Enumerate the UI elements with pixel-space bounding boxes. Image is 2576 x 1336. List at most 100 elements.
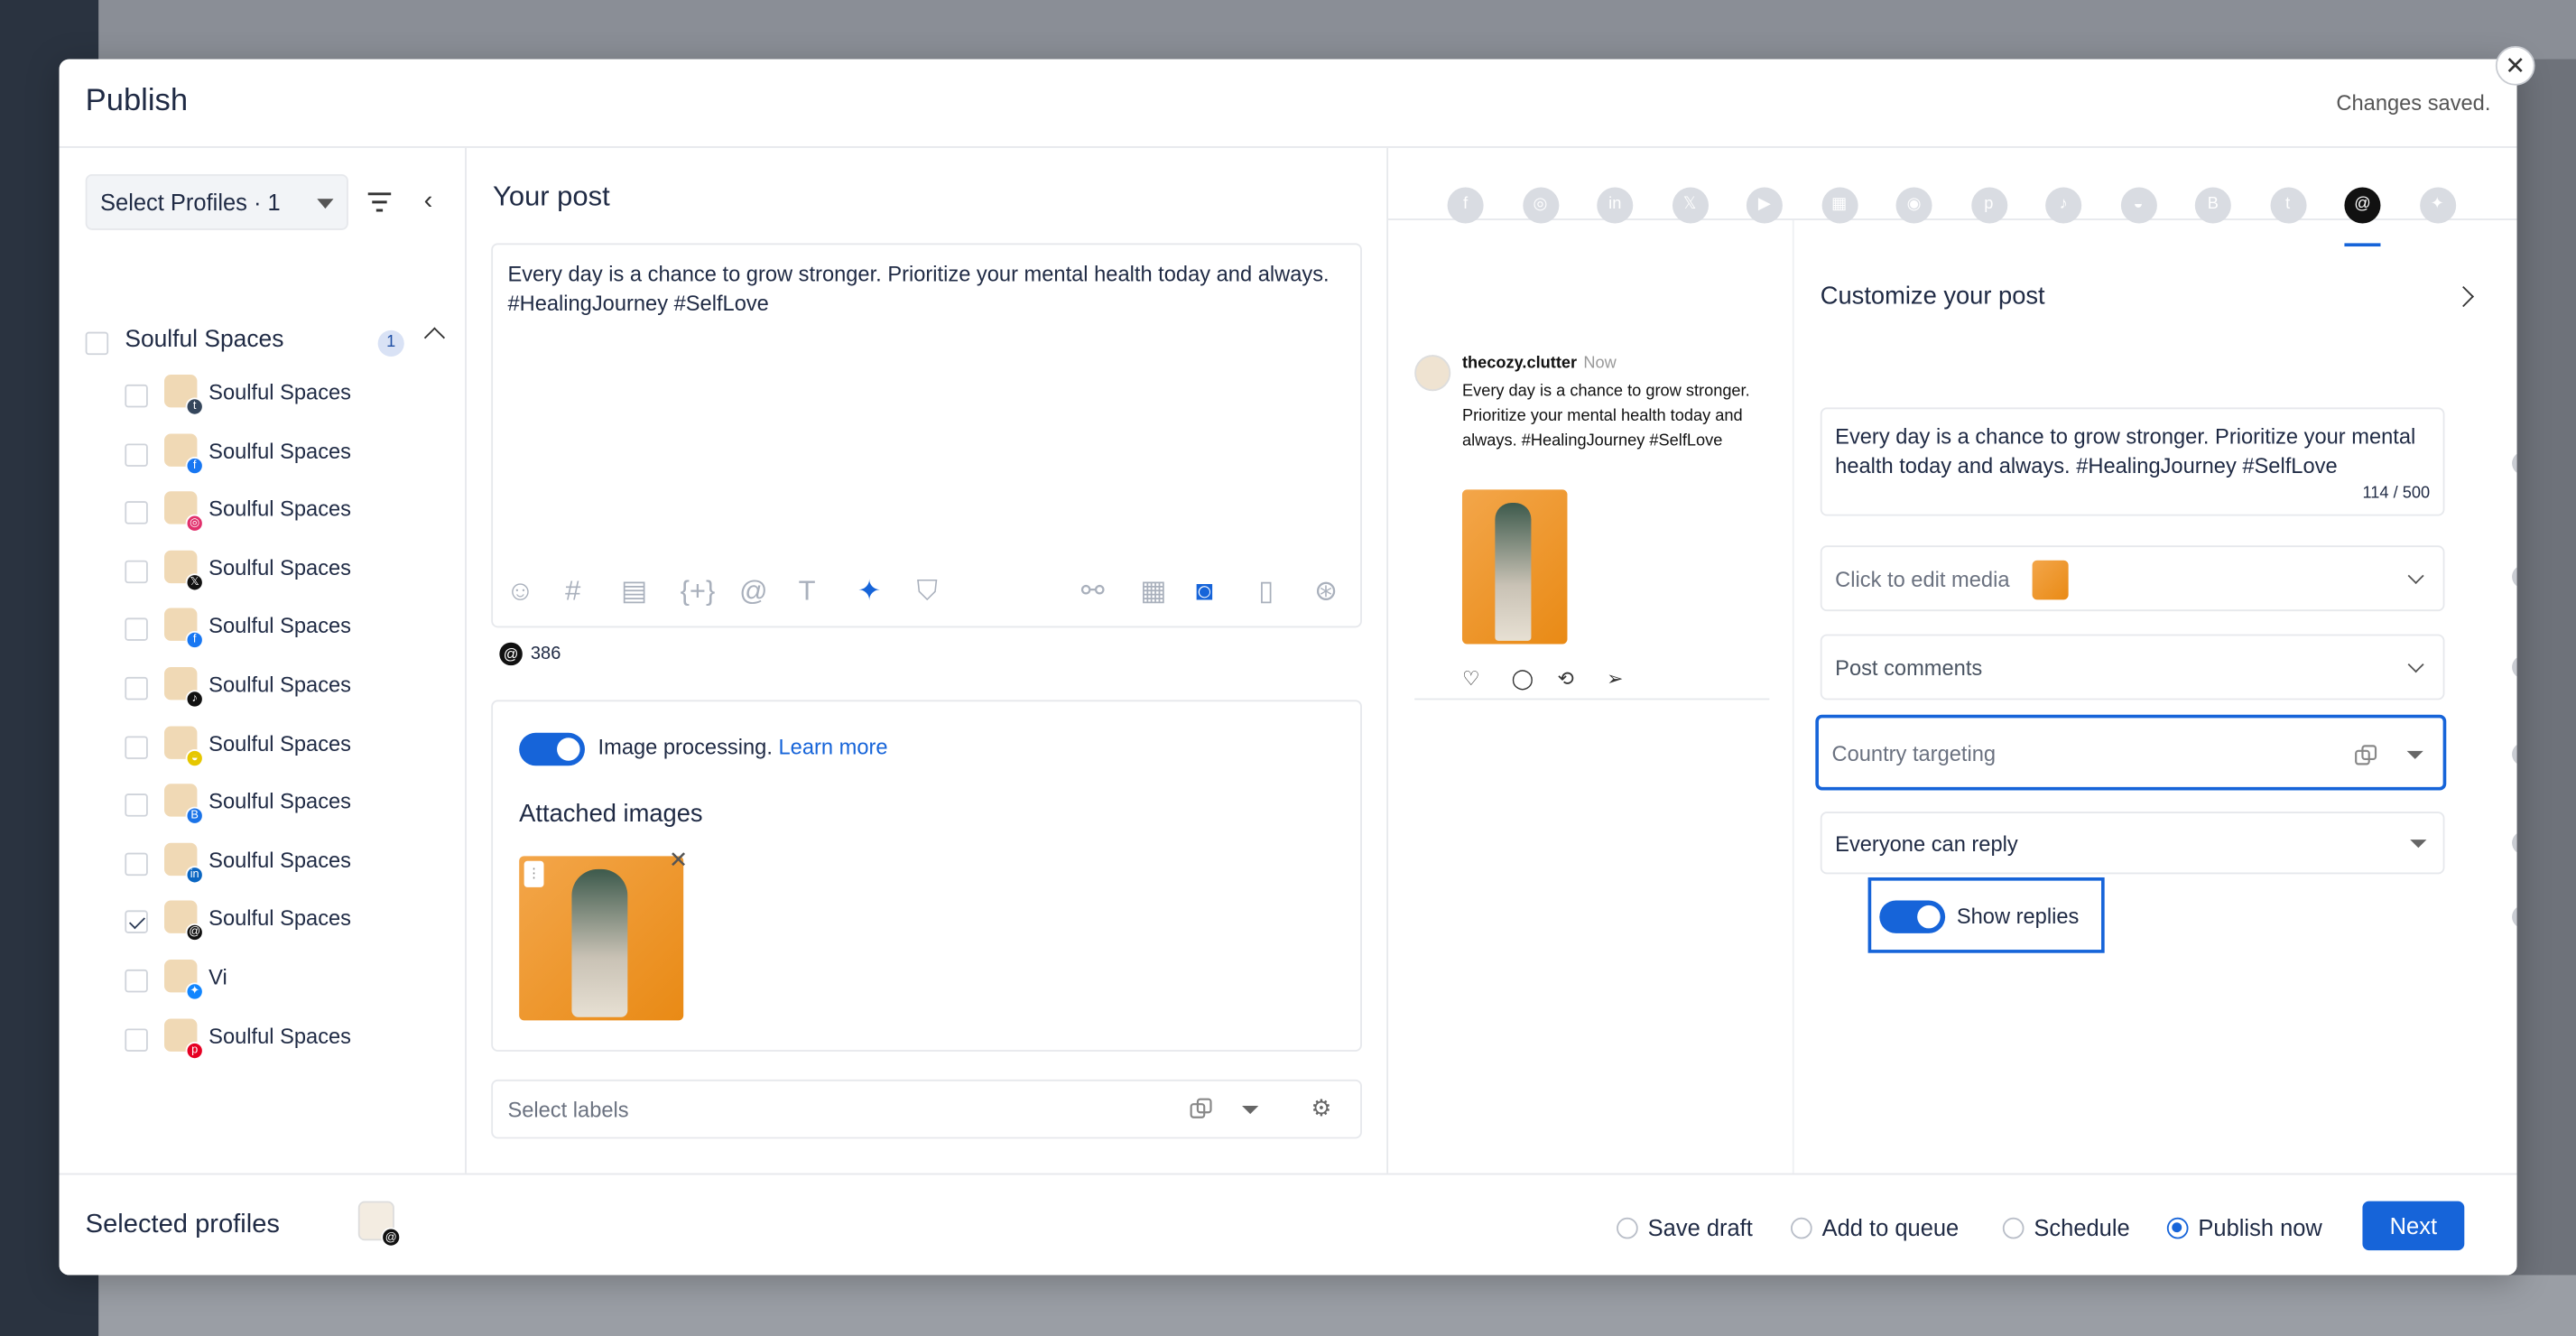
- tab-tumblr-icon[interactable]: t: [2269, 187, 2306, 224]
- tab-bluesky-icon[interactable]: ✦: [2419, 187, 2456, 224]
- radio-icon[interactable]: [2002, 1216, 2025, 1239]
- caret-down-icon[interactable]: [1242, 1105, 1259, 1115]
- drag-handle-icon[interactable]: ⋮: [524, 860, 544, 887]
- profile-checkbox[interactable]: [125, 384, 148, 408]
- labels-select[interactable]: Select labels ⚙: [491, 1079, 1362, 1139]
- radio-icon[interactable]: [1791, 1216, 1812, 1239]
- next-button[interactable]: Next: [2362, 1201, 2465, 1251]
- ai-wand-icon[interactable]: ✦: [857, 573, 881, 609]
- learn-more-link[interactable]: Learn more: [779, 735, 888, 759]
- document-icon[interactable]: ▯: [1258, 573, 1274, 609]
- image-processing-toggle[interactable]: [519, 732, 585, 766]
- post-text[interactable]: Every day is a chance to grow stronger. …: [507, 260, 1353, 320]
- profile-group[interactable]: Soulful Spaces 1: [85, 325, 447, 361]
- profile-item-google-business[interactable]: B Soulful Spaces: [125, 781, 453, 830]
- link-icon[interactable]: ⚯: [1081, 573, 1105, 609]
- tab-youtube-icon[interactable]: ▶: [1746, 187, 1783, 224]
- tab-tiktok-icon[interactable]: ♪: [2045, 187, 2082, 224]
- profile-item-tumblr[interactable]: t Soulful Spaces: [125, 371, 453, 421]
- filter-icon[interactable]: [366, 190, 393, 213]
- tab-threads-icon[interactable]: @: [2344, 187, 2381, 224]
- chevron-down-icon[interactable]: [2407, 567, 2424, 584]
- profile-item-pinterest[interactable]: p Soulful Spaces: [125, 1015, 453, 1064]
- chevron-up-icon[interactable]: [423, 327, 446, 348]
- info-icon[interactable]: i: [2512, 831, 2517, 855]
- profile-checkbox[interactable]: [125, 560, 148, 583]
- post-editor[interactable]: Every day is a chance to grow stronger. …: [491, 243, 1362, 628]
- profile-checkbox[interactable]: [125, 911, 148, 934]
- profile-checkbox[interactable]: [125, 618, 148, 642]
- profile-checkbox[interactable]: [125, 735, 148, 759]
- custom-text-box[interactable]: Every day is a chance to grow stronger. …: [1820, 407, 2445, 516]
- profile-item-x[interactable]: 𝕏 Soulful Spaces: [125, 547, 453, 597]
- reply-setting-select[interactable]: Everyone can reply: [1820, 812, 2445, 875]
- selected-profile-avatar[interactable]: @: [357, 1201, 402, 1248]
- tab-instagram-icon[interactable]: ◎: [1522, 187, 1559, 224]
- avatar: ✦: [164, 959, 204, 1001]
- info-icon[interactable]: i: [2512, 451, 2517, 476]
- profile-checkbox[interactable]: [125, 442, 148, 467]
- video-icon[interactable]: ▦: [1140, 573, 1166, 609]
- text-snippet-icon[interactable]: ▤: [621, 573, 647, 609]
- schedule-option[interactable]: Schedule: [2002, 1214, 2130, 1240]
- emoji-icon[interactable]: ☺: [506, 573, 535, 609]
- text-format-icon[interactable]: T: [799, 573, 816, 609]
- gear-icon[interactable]: ⚙: [1311, 1094, 1332, 1122]
- tab-facebook-icon[interactable]: f: [1447, 187, 1484, 224]
- canva-icon[interactable]: ⊛: [1314, 573, 1338, 609]
- radio-icon[interactable]: [1617, 1216, 1638, 1239]
- tab-linkedin-icon[interactable]: in: [1597, 187, 1634, 224]
- close-modal-button[interactable]: ✕: [2495, 45, 2535, 86]
- camera-icon[interactable]: ◙: [1196, 573, 1213, 609]
- group-checkbox[interactable]: [85, 331, 109, 356]
- country-targeting-select[interactable]: Country targeting: [1815, 714, 2447, 791]
- info-icon[interactable]: i: [2512, 655, 2517, 679]
- edit-media-dropdown[interactable]: Click to edit media: [1820, 545, 2445, 612]
- save-draft-option[interactable]: Save draft: [1617, 1214, 1753, 1240]
- attached-image-thumbnail[interactable]: ⋮: [519, 856, 684, 1021]
- profile-item-tiktok[interactable]: ♪ Soulful Spaces: [125, 663, 453, 713]
- profile-checkbox[interactable]: [125, 501, 148, 524]
- caret-down-icon[interactable]: [2406, 750, 2423, 759]
- profile-item-bluesky[interactable]: ✦ Vi: [125, 956, 453, 1006]
- profile-item-instagram[interactable]: ◎ Soulful Spaces: [125, 488, 453, 538]
- select-profiles-dropdown[interactable]: Select Profiles · 1: [85, 173, 348, 230]
- info-icon[interactable]: i: [2512, 742, 2517, 766]
- profile-item-facebook[interactable]: f Soulful Spaces: [125, 430, 453, 479]
- show-replies-toggle[interactable]: [1879, 900, 1946, 933]
- info-icon[interactable]: i: [2512, 905, 2517, 929]
- variables-icon[interactable]: {+}: [681, 573, 716, 609]
- chevron-down-icon[interactable]: [2407, 656, 2424, 673]
- profile-checkbox[interactable]: [125, 793, 148, 817]
- remove-image-icon[interactable]: ✕: [669, 846, 688, 874]
- profile-item-threads[interactable]: @ Soulful Spaces: [125, 898, 453, 948]
- tab-google-business-icon[interactable]: ▦: [1821, 187, 1858, 224]
- profile-item-linkedin[interactable]: in Soulful Spaces: [125, 840, 453, 889]
- hashtag-icon[interactable]: #: [565, 573, 580, 609]
- publish-now-option[interactable]: Publish now: [2166, 1214, 2322, 1240]
- add-to-queue-option[interactable]: Add to queue: [1791, 1214, 1959, 1240]
- copy-icon[interactable]: [2354, 745, 2377, 767]
- profile-checkbox[interactable]: [125, 676, 148, 700]
- tab-x-icon[interactable]: 𝕏: [1672, 187, 1709, 224]
- chevron-right-icon[interactable]: [2452, 285, 2474, 308]
- tab-reddit-icon[interactable]: ◉: [1895, 187, 1932, 224]
- caret-down-icon[interactable]: [2410, 840, 2427, 849]
- copy-icon[interactable]: [1190, 1098, 1212, 1120]
- show-replies-control[interactable]: Show replies: [1867, 877, 2105, 953]
- tab-blogger-icon[interactable]: B: [2194, 187, 2231, 224]
- shield-icon[interactable]: ⛉: [917, 573, 938, 609]
- profile-checkbox[interactable]: [125, 969, 148, 993]
- profile-checkbox[interactable]: [125, 852, 148, 876]
- collapse-panel-icon[interactable]: ‹: [424, 188, 433, 218]
- tab-snapchat-icon[interactable]: ◒: [2119, 187, 2157, 224]
- mention-icon[interactable]: @: [739, 573, 767, 609]
- post-comments-dropdown[interactable]: Post comments: [1820, 634, 2445, 700]
- info-icon[interactable]: i: [2512, 565, 2517, 589]
- custom-post-text[interactable]: Every day is a chance to grow stronger. …: [1835, 422, 2440, 482]
- profile-item-facebook[interactable]: f Soulful Spaces: [125, 606, 453, 655]
- radio-selected-icon[interactable]: [2166, 1216, 2189, 1239]
- profile-item-snapchat[interactable]: ◒ Soulful Spaces: [125, 722, 453, 772]
- tab-pinterest-icon[interactable]: p: [1970, 187, 2007, 224]
- profile-checkbox[interactable]: [125, 1027, 148, 1052]
